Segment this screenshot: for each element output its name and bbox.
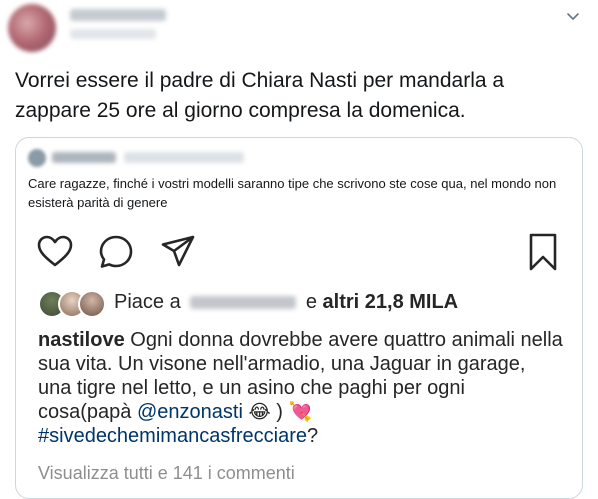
liker-avatar [78, 290, 106, 318]
quoted-author-avatar [28, 149, 46, 167]
liker-name-redacted [190, 296, 297, 310]
instagram-caption: nastilove Ogni donna dovrebbe avere quat… [38, 328, 563, 448]
quoted-author-handle-redacted [124, 152, 244, 163]
likes-row: Piace a e altri 21,8 MILA [38, 288, 568, 318]
view-all-comments: Visualizza tutti e 141 i commenti [38, 463, 295, 483]
likes-connector: e [305, 291, 317, 313]
author-handle-redacted[interactable] [70, 29, 156, 39]
caption-username: nastilove [38, 329, 125, 351]
heart-icon [37, 235, 73, 267]
author-name-redacted[interactable] [70, 9, 166, 21]
author-avatar[interactable] [8, 4, 56, 52]
bookmark-icon [529, 233, 557, 271]
caption-hashtag: #sivedechemimancasfrecciare [38, 425, 308, 447]
quoted-tweet-text: Care ragazze, finché i vostri modelli sa… [28, 176, 557, 210]
caption-end: ? [307, 425, 319, 447]
quoted-author-name-redacted [52, 152, 116, 163]
caption-mention: @enzonasti [136, 401, 243, 423]
tweet-text: Vorrei essere il padre di Chiara Nasti p… [15, 69, 505, 122]
likes-prefix: Piace a [114, 291, 181, 313]
chevron-down-icon[interactable] [565, 8, 581, 24]
comment-icon [99, 235, 133, 268]
quoted-tweet[interactable]: Care ragazze, finché i vostri modelli sa… [15, 137, 583, 499]
likes-text: Piace a e altri 21,8 MILA [114, 290, 458, 314]
paper-plane-icon [161, 235, 195, 267]
heart-arrow-emoji-icon: 💘 [288, 401, 313, 423]
laughing-emoji-icon: 😂 [248, 401, 271, 423]
caption-close-paren: ) [276, 401, 283, 423]
likes-count: altri 21,8 MILA [322, 291, 459, 313]
